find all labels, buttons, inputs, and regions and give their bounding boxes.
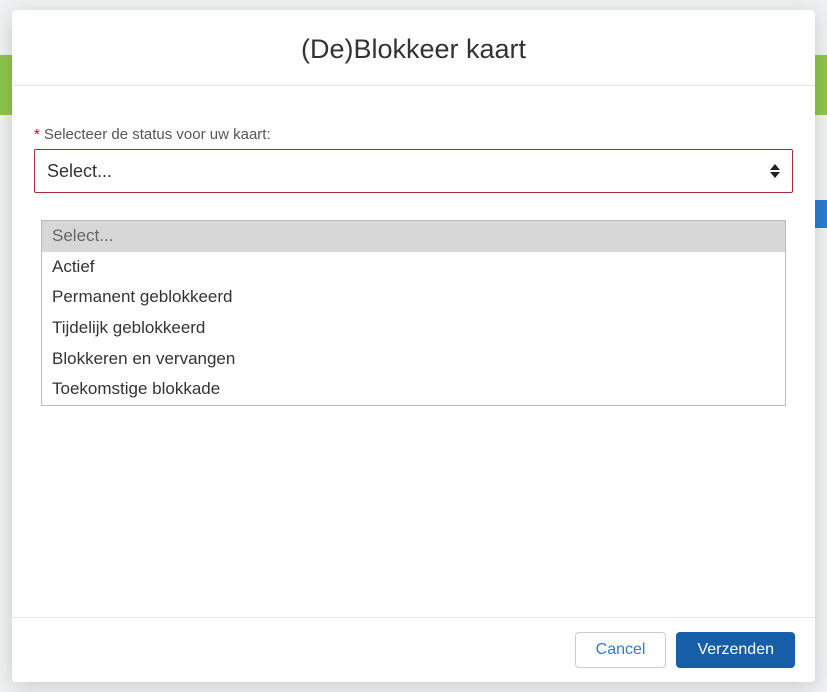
modal-header: (De)Blokkeer kaart bbox=[12, 10, 815, 86]
modal-footer: Cancel Verzenden bbox=[12, 617, 815, 682]
status-field-label: *Selecteer de status voor uw kaart: bbox=[34, 126, 793, 143]
submit-button[interactable]: Verzenden bbox=[676, 632, 795, 668]
option-toekomstige-blokkade[interactable]: Toekomstige blokkade bbox=[42, 374, 785, 405]
modal-title: (De)Blokkeer kaart bbox=[32, 34, 795, 65]
option-actief[interactable]: Actief bbox=[42, 252, 785, 283]
option-tijdelijk-geblokkeerd[interactable]: Tijdelijk geblokkeerd bbox=[42, 313, 785, 344]
status-select[interactable]: Select... bbox=[34, 149, 793, 193]
option-placeholder[interactable]: Select... bbox=[42, 221, 785, 252]
option-blokkeren-en-vervangen[interactable]: Blokkeren en vervangen bbox=[42, 344, 785, 375]
select-spinner-icon bbox=[770, 164, 780, 178]
status-select-value: Select... bbox=[47, 161, 112, 182]
status-dropdown: Select... Actief Permanent geblokkeerd T… bbox=[41, 220, 786, 406]
status-label-text: Selecteer de status voor uw kaart: bbox=[44, 126, 271, 143]
required-marker: * bbox=[34, 126, 40, 143]
cancel-button[interactable]: Cancel bbox=[575, 632, 667, 668]
modal-block-card: (De)Blokkeer kaart *Selecteer de status … bbox=[12, 10, 815, 682]
option-permanent-geblokkeerd[interactable]: Permanent geblokkeerd bbox=[42, 282, 785, 313]
